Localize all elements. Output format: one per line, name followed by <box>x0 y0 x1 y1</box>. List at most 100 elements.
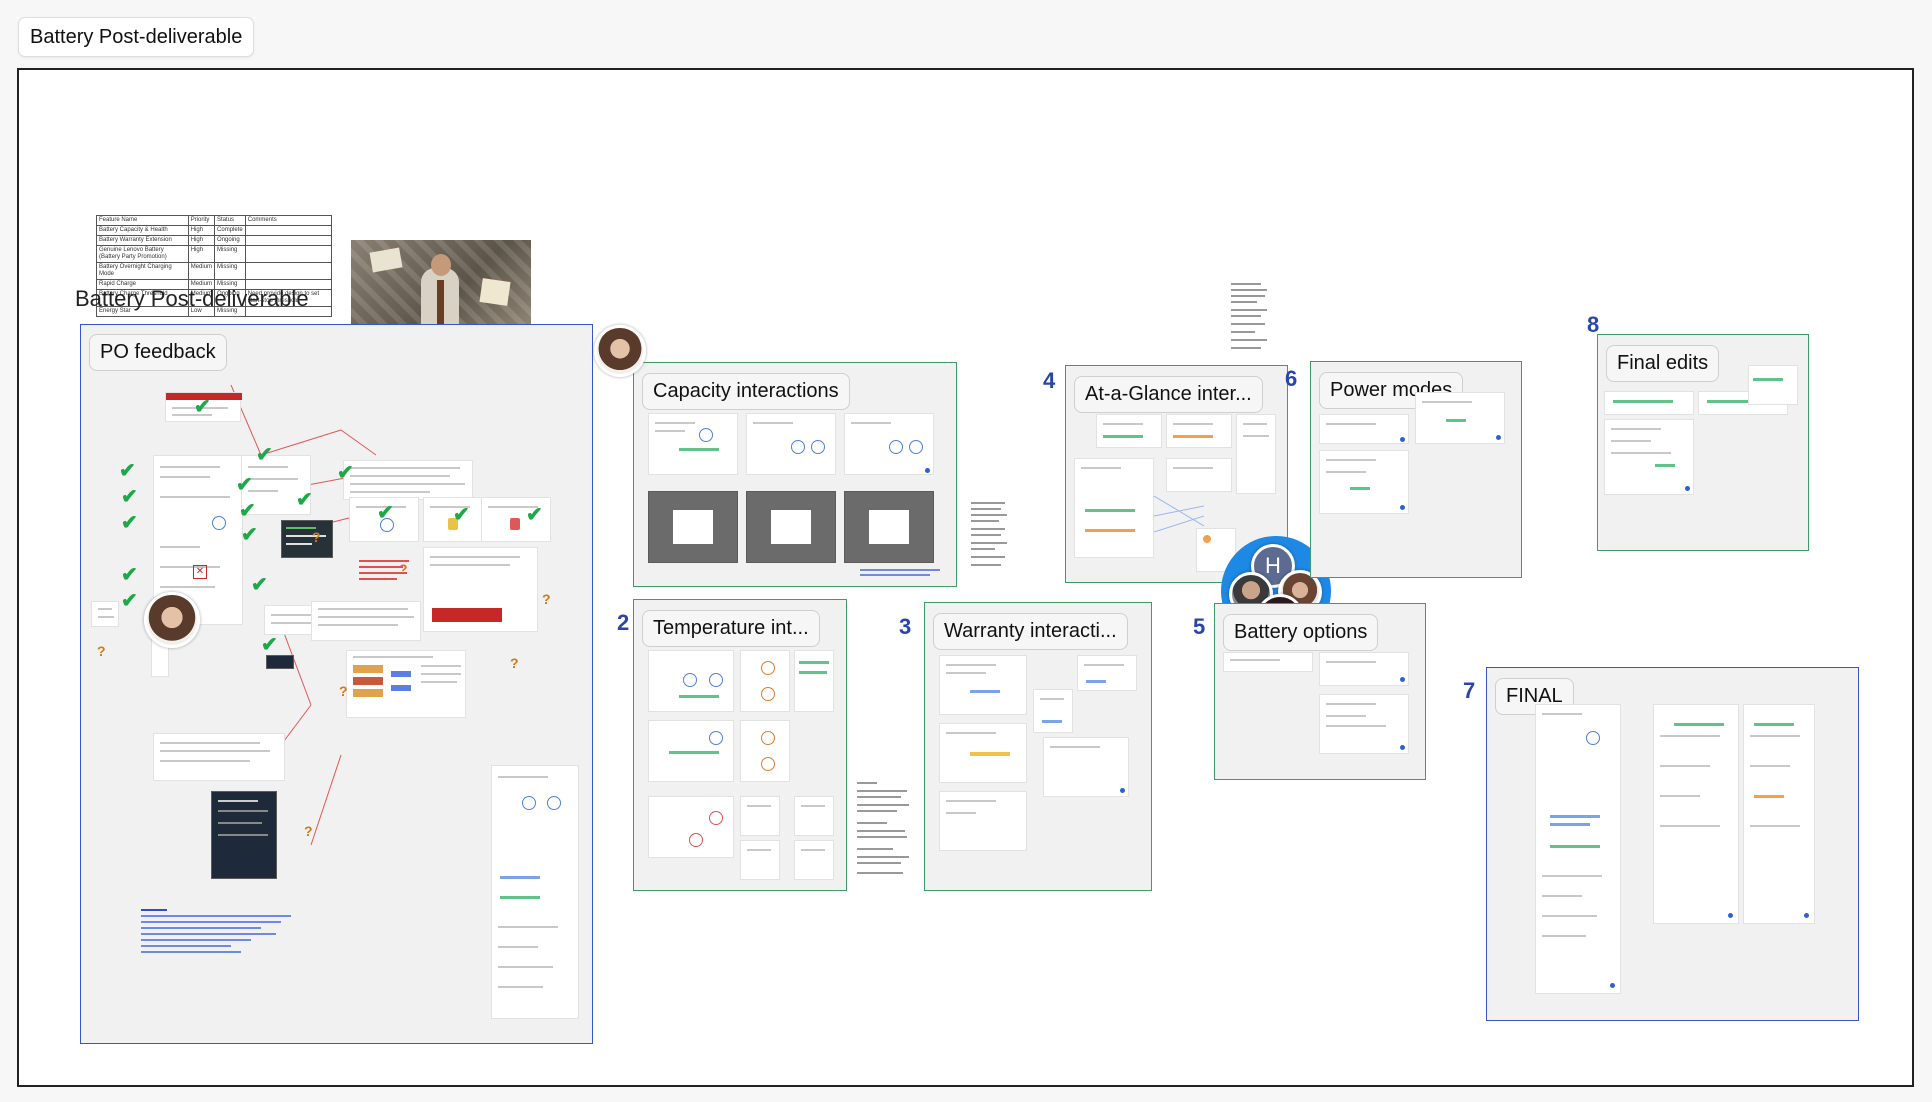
check-icon: ✔ <box>256 444 273 466</box>
screen-thumbnail[interactable] <box>1415 392 1505 444</box>
table-cell: High <box>187 235 216 246</box>
question-icon: ? <box>312 529 321 545</box>
screen-thumbnail[interactable] <box>1236 414 1276 494</box>
table-header-cell: Feature Name <box>96 215 189 226</box>
screen-thumbnail[interactable] <box>1043 737 1129 797</box>
section-title[interactable]: Warranty interacti... <box>933 613 1128 650</box>
screen-thumbnail[interactable] <box>1077 655 1137 691</box>
text-document[interactable] <box>971 502 1009 578</box>
screen-thumbnail[interactable] <box>740 840 780 880</box>
section-title[interactable]: Temperature int... <box>642 610 820 647</box>
screen-thumbnail[interactable] <box>939 723 1027 783</box>
screen-thumbnail[interactable] <box>740 650 790 712</box>
screen-thumbnail[interactable] <box>1743 704 1815 924</box>
feedback-card[interactable] <box>153 733 285 781</box>
section-final[interactable]: FINAL <box>1486 667 1859 1021</box>
screen-thumbnail[interactable] <box>740 720 790 782</box>
screen-thumbnail[interactable] <box>746 413 836 475</box>
section-capacity-interactions[interactable]: Capacity interactions <box>633 362 957 587</box>
table-cell: Battery Overnight Charging Mode <box>96 262 189 280</box>
dialog-thumbnail[interactable] <box>844 491 934 563</box>
text-document[interactable] <box>857 782 913 882</box>
screen-thumbnail[interactable] <box>1748 365 1798 405</box>
screen-thumbnail[interactable] <box>1319 652 1409 686</box>
feedback-card[interactable] <box>423 547 538 632</box>
feedback-card[interactable] <box>343 460 473 500</box>
table-cell: Battery Capacity & Health <box>96 225 189 236</box>
question-icon: ? <box>339 683 348 699</box>
section-temperature-interactions[interactable]: Temperature int... <box>633 599 847 891</box>
screen-thumbnail[interactable] <box>648 720 734 782</box>
feedback-diagram[interactable] <box>346 650 466 718</box>
screen-thumbnail[interactable] <box>1604 391 1694 415</box>
section-number: 4 <box>1043 368 1056 393</box>
check-icon: ✔ <box>241 524 258 546</box>
screen-thumbnail[interactable] <box>1604 419 1694 495</box>
screen-thumbnail[interactable] <box>648 650 734 712</box>
screen-thumbnail[interactable] <box>939 791 1027 851</box>
screen-thumbnail[interactable] <box>1166 414 1232 448</box>
section-number: 5 <box>1193 614 1206 639</box>
section-title[interactable]: Battery options <box>1223 614 1379 651</box>
check-icon: ✔ <box>121 564 138 586</box>
section-power-modes[interactable]: Power modes <box>1310 361 1522 578</box>
check-icon: ✔ <box>239 500 256 522</box>
connector-lines <box>1154 496 1204 533</box>
blue-note <box>860 569 940 579</box>
whiteboard-canvas[interactable]: Feature Name Priority Status Comments Batter… <box>17 68 1914 1087</box>
screen-thumbnail[interactable] <box>1653 704 1739 924</box>
feedback-card[interactable] <box>311 601 421 641</box>
check-icon: ✔ <box>453 504 470 526</box>
table-cell: High <box>187 225 216 236</box>
feedback-card[interactable] <box>91 601 119 627</box>
screen-thumbnail[interactable] <box>648 413 738 475</box>
check-icon: ✔ <box>251 574 268 596</box>
feedback-dark-card[interactable] <box>211 791 277 879</box>
screen-thumbnail[interactable] <box>1166 458 1232 492</box>
feedback-dark-card[interactable] <box>266 655 294 669</box>
section-warranty-interactions[interactable]: Warranty interacti... <box>924 602 1152 891</box>
notes-text <box>141 909 301 959</box>
table-cell <box>244 245 333 263</box>
section-number: 7 <box>1463 678 1476 703</box>
screen-thumbnail[interactable] <box>740 796 780 836</box>
question-icon: ? <box>304 823 313 839</box>
screen-thumbnail[interactable] <box>1319 450 1409 514</box>
screen-thumbnail[interactable] <box>794 650 834 712</box>
check-icon: ✔ <box>121 590 138 612</box>
screen-thumbnail[interactable] <box>1096 414 1162 448</box>
feedback-card[interactable] <box>491 765 579 1019</box>
screen-thumbnail[interactable] <box>794 840 834 880</box>
screen-thumbnail[interactable] <box>648 796 734 858</box>
check-icon: ✔ <box>121 486 138 508</box>
section-po-feedback[interactable]: PO feedback ✔ ✔ ✔ ✔ ✔ ✔ ✔ ✔ ✔ ✔ ✔ ✔ ✔ ✔ … <box>80 324 593 1044</box>
collaborator-cursor-avatar[interactable] <box>594 325 646 377</box>
section-title[interactable]: Capacity interactions <box>642 373 850 410</box>
check-icon: ✔ <box>377 502 394 524</box>
screen-thumbnail[interactable] <box>939 655 1027 715</box>
section-title[interactable]: At-a-Glance inter... <box>1074 376 1263 413</box>
board-title-tab[interactable]: Battery Post-deliverable <box>18 17 255 57</box>
screen-thumbnail[interactable] <box>1074 458 1154 558</box>
table-row: Battery Warranty Extension High Ongoing <box>96 235 333 246</box>
screen-thumbnail[interactable] <box>794 796 834 836</box>
screen-thumbnail[interactable] <box>1033 689 1073 733</box>
table-cell <box>244 235 333 246</box>
feedback-dark-card[interactable] <box>281 520 333 558</box>
screen-thumbnail[interactable] <box>1319 414 1409 444</box>
collaborator-cursor-avatar[interactable] <box>144 592 200 648</box>
table-header-row: Feature Name Priority Status Comments <box>96 215 333 226</box>
dialog-thumbnail[interactable] <box>648 491 738 563</box>
screen-thumbnail[interactable] <box>1223 652 1313 672</box>
screen-thumbnail[interactable] <box>1535 704 1621 994</box>
dialog-thumbnail[interactable] <box>746 491 836 563</box>
section-final-edits[interactable]: Final edits <box>1597 334 1809 551</box>
section-title[interactable]: Final edits <box>1606 345 1720 382</box>
check-icon: ✔ <box>526 504 543 526</box>
text-document[interactable] <box>1231 283 1271 355</box>
section-battery-options[interactable]: Battery options <box>1214 603 1426 780</box>
canvas-heading: Battery Post-deliverable <box>75 286 309 311</box>
question-icon: ? <box>97 643 106 659</box>
screen-thumbnail[interactable] <box>1319 694 1409 754</box>
screen-thumbnail[interactable] <box>844 413 934 475</box>
